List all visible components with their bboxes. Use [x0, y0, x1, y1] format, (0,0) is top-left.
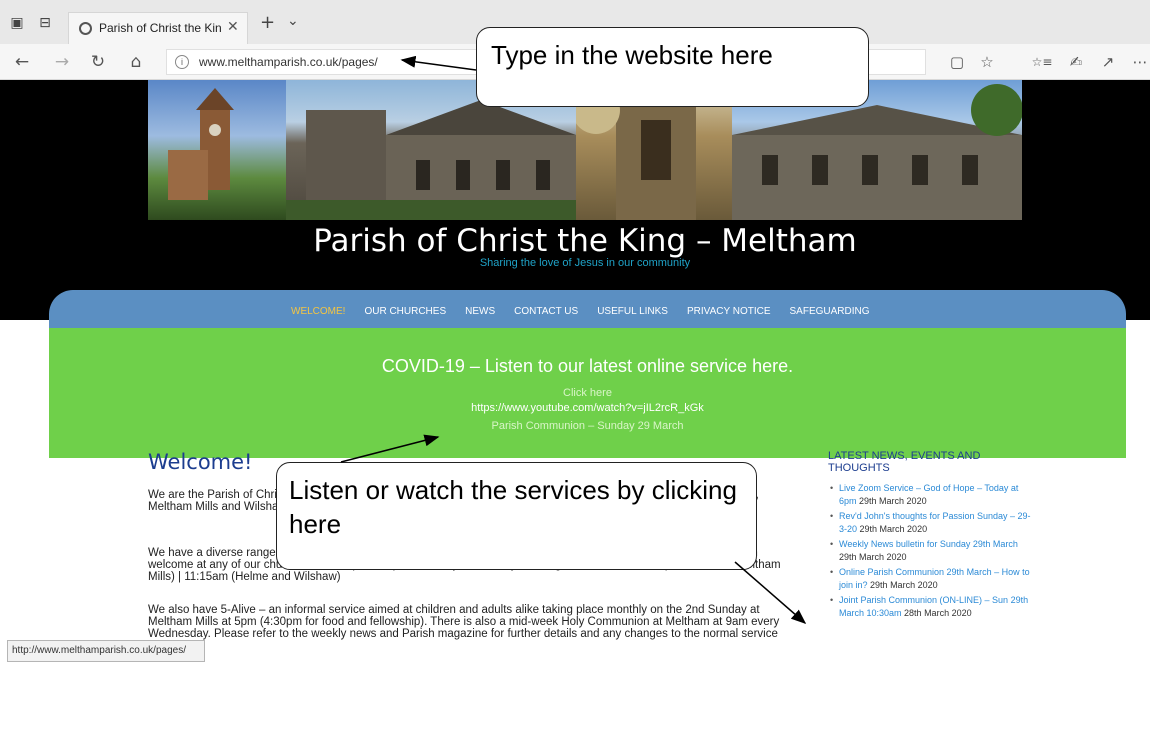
church-tower-image	[168, 88, 234, 200]
tab-title: Parish of Christ the Kinç	[99, 21, 221, 35]
news-list: Live Zoom Service – God of Hope – Today …	[828, 482, 1033, 622]
new-tab-icon[interactable]: +	[260, 14, 275, 32]
home-icon[interactable]: ⌂	[126, 52, 146, 72]
favorites-icon[interactable]: ☆≡	[1030, 53, 1054, 73]
refresh-icon[interactable]: ↻	[88, 52, 108, 72]
covid-heading: COVID-19 – Listen to our latest online s…	[381, 356, 794, 376]
news-date: 29th March 2020	[859, 524, 928, 534]
news-date: 29th March 2020	[870, 580, 938, 590]
covid-click-link[interactable]: Click here	[49, 387, 1126, 399]
news-item: Joint Parish Communion (ON-LINE) – Sun 2…	[828, 594, 1033, 620]
five-alive-paragraph: We also have 5-Alive – an informal servi…	[148, 604, 780, 652]
nav-item-contact-us[interactable]: CONTACT US	[514, 306, 578, 317]
reading-view-icon[interactable]: ▢	[947, 53, 967, 73]
browser-tab[interactable]: Parish of Christ the Kinç ✕	[68, 12, 248, 44]
link-status-tooltip: http://www.melthamparish.co.uk/pages/	[7, 640, 205, 662]
news-link[interactable]: Weekly News bulletin for Sunday 29th Mar…	[839, 539, 1018, 549]
screenshot: ▣ ⊟ Parish of Christ the Kinç ✕ + ⌄ ← → …	[0, 0, 1150, 731]
tab-actions-icon[interactable]: ▣	[8, 14, 26, 32]
covid-subtitle: Parish Communion – Sunday 29 March	[491, 420, 684, 432]
nav-item-useful-links[interactable]: USEFUL LINKS	[597, 306, 668, 317]
main-nav: WELCOME! OUR CHURCHES NEWS CONTACT US US…	[49, 290, 1126, 328]
news-date: 29th March 2020	[839, 552, 907, 562]
news-item: Online Parish Communion 29th March – How…	[828, 566, 1033, 592]
url-text[interactable]: www.melthamparish.co.uk/pages/	[199, 55, 378, 69]
more-icon[interactable]: ⋯	[1130, 53, 1150, 73]
web-page: Parish of Christ the King – Meltham Shar…	[0, 80, 1150, 731]
set-aside-tabs-icon[interactable]: ⊟	[36, 14, 54, 32]
covid-banner: COVID-19 – Listen to our latest online s…	[49, 328, 1126, 458]
nav-item-safeguarding[interactable]: SAFEGUARDING	[790, 306, 870, 317]
url-callout: Type in the website here	[476, 27, 869, 107]
favorite-star-icon[interactable]: ☆	[977, 53, 997, 73]
info-icon[interactable]: i	[175, 55, 189, 69]
youtube-link[interactable]: https://www.youtube.com/watch?v=jIL2rcR_…	[49, 402, 1126, 414]
page-loading-icon	[79, 22, 92, 35]
service-callout: Listen or watch the services by clicking…	[276, 462, 757, 570]
header-banner: Parish of Christ the King – Meltham Shar…	[0, 80, 1150, 320]
site-title[interactable]: Parish of Christ the King – Meltham	[0, 223, 1150, 259]
forward-icon[interactable]: →	[52, 52, 72, 72]
church-photo	[148, 80, 286, 220]
welcome-heading: Welcome!	[148, 450, 253, 474]
nav-item-news[interactable]: NEWS	[465, 306, 495, 317]
site-tagline: Sharing the love of Jesus in our communi…	[479, 257, 691, 269]
news-item: Weekly News bulletin for Sunday 29th Mar…	[828, 538, 1033, 564]
share-icon[interactable]: ↗	[1098, 53, 1118, 73]
news-heading: LATEST NEWS, EVENTS AND THOUGHTS	[828, 450, 981, 474]
pen-icon[interactable]: ✍	[1066, 53, 1086, 73]
back-icon[interactable]: ←	[12, 52, 32, 72]
nav-item-our-churches[interactable]: OUR CHURCHES	[364, 306, 446, 317]
chevron-down-icon[interactable]: ⌄	[287, 13, 299, 29]
news-item: Rev'd John's thoughts for Passion Sunday…	[828, 510, 1033, 536]
nav-item-welcome[interactable]: WELCOME!	[291, 306, 345, 317]
news-date: 29th March 2020	[859, 496, 927, 506]
news-date: 28th March 2020	[904, 608, 972, 618]
nav-list: WELCOME! OUR CHURCHES NEWS CONTACT US US…	[291, 306, 889, 317]
nav-item-privacy-notice[interactable]: PRIVACY NOTICE	[687, 306, 771, 317]
news-item: Live Zoom Service – God of Hope – Today …	[828, 482, 1033, 508]
close-icon[interactable]: ✕	[227, 19, 239, 35]
